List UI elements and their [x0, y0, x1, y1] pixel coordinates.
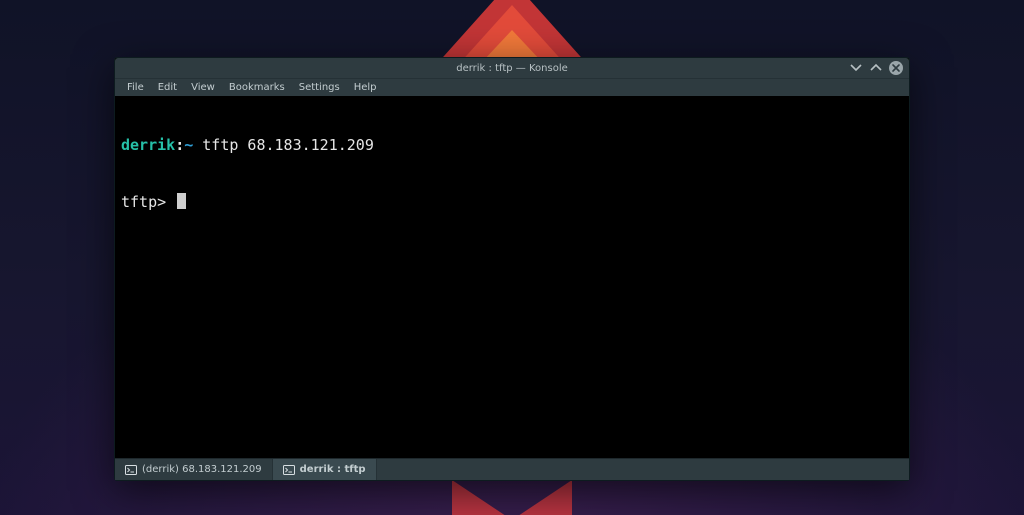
terminal-viewport[interactable]: derrik:~ tftp 68.183.121.209 tftp> — [115, 96, 909, 458]
menubar: File Edit View Bookmarks Settings Help — [115, 78, 909, 96]
terminal-icon — [125, 464, 137, 476]
tab-1-label: (derrik) 68.183.121.209 — [142, 464, 262, 475]
window-title: derrik : tftp — Konsole — [115, 63, 909, 74]
tab-1[interactable]: (derrik) 68.183.121.209 — [115, 459, 273, 480]
window-titlebar[interactable]: derrik : tftp — Konsole — [115, 58, 909, 78]
command-value: tftp 68.183.121.209 — [202, 136, 374, 154]
prompt-home: ~ — [184, 136, 193, 154]
terminal-line-2: tftp> — [121, 193, 903, 212]
terminal-icon — [283, 464, 295, 476]
tab-2[interactable]: derrik : tftp — [273, 459, 377, 480]
terminal-line-1: derrik:~ tftp 68.183.121.209 — [121, 136, 903, 155]
menu-view[interactable]: View — [185, 81, 221, 94]
tab-2-label: derrik : tftp — [300, 464, 366, 475]
command-text: tftp 68.183.121.209 — [193, 136, 374, 154]
cursor-block — [177, 193, 186, 209]
prompt-user: derrik — [121, 136, 175, 154]
tabbar: (derrik) 68.183.121.209 derrik : tftp — [115, 458, 909, 480]
konsole-window: derrik : tftp — Konsole File Edit View B… — [114, 57, 910, 481]
window-controls — [849, 61, 909, 75]
prompt-sep: : — [175, 136, 184, 154]
menu-help[interactable]: Help — [348, 81, 383, 94]
wallpaper-shape-bottom — [452, 480, 572, 515]
menu-bookmarks[interactable]: Bookmarks — [223, 81, 291, 94]
close-button[interactable] — [889, 61, 903, 75]
minimize-button[interactable] — [849, 61, 863, 75]
maximize-button[interactable] — [869, 61, 883, 75]
menu-settings[interactable]: Settings — [293, 81, 346, 94]
menu-file[interactable]: File — [121, 81, 150, 94]
tftp-prompt: tftp> — [121, 193, 166, 211]
menu-edit[interactable]: Edit — [152, 81, 183, 94]
